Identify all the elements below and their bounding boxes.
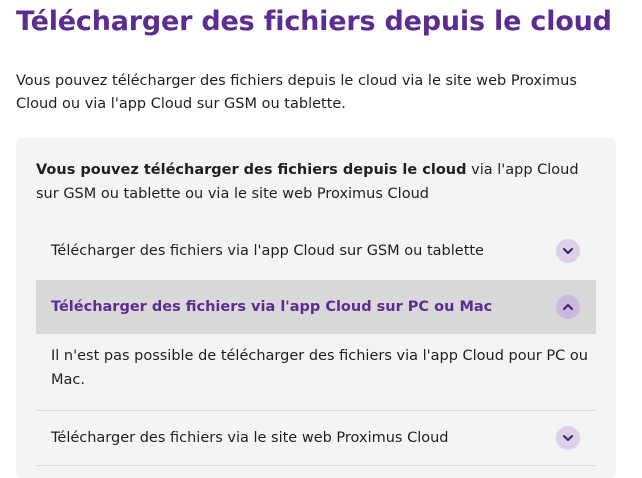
page: Télécharger des fichiers depuis le cloud… — [0, 0, 642, 478]
chevron-down-icon[interactable] — [556, 426, 580, 450]
accordion-label: Télécharger des fichiers via l'app Cloud… — [51, 299, 493, 315]
card-lead-bold: Vous pouvez télécharger des fichiers dep… — [36, 162, 467, 178]
chevron-up-icon[interactable] — [556, 295, 580, 319]
accordion-item-gsm[interactable]: Télécharger des fichiers via l'app Cloud… — [36, 224, 596, 278]
accordion-item-pc-mac[interactable]: Télécharger des fichiers via l'app Cloud… — [36, 280, 596, 334]
accordion-item-website[interactable]: Télécharger des fichiers via le site web… — [36, 411, 596, 465]
accordion-body: Il n'est pas possible de télécharger des… — [51, 348, 588, 388]
accordion-label: Télécharger des fichiers via le site web… — [51, 430, 449, 446]
info-card: Vous pouvez télécharger des fichiers dep… — [16, 138, 616, 478]
page-title: Télécharger des fichiers depuis le cloud — [16, 6, 612, 37]
card-lead: Vous pouvez télécharger des fichiers dep… — [36, 158, 596, 206]
intro-text: Vous pouvez télécharger des fichiers dep… — [16, 73, 577, 112]
accordion-label: Télécharger des fichiers via l'app Cloud… — [51, 243, 484, 259]
divider — [36, 465, 596, 466]
chevron-down-icon[interactable] — [556, 239, 580, 263]
